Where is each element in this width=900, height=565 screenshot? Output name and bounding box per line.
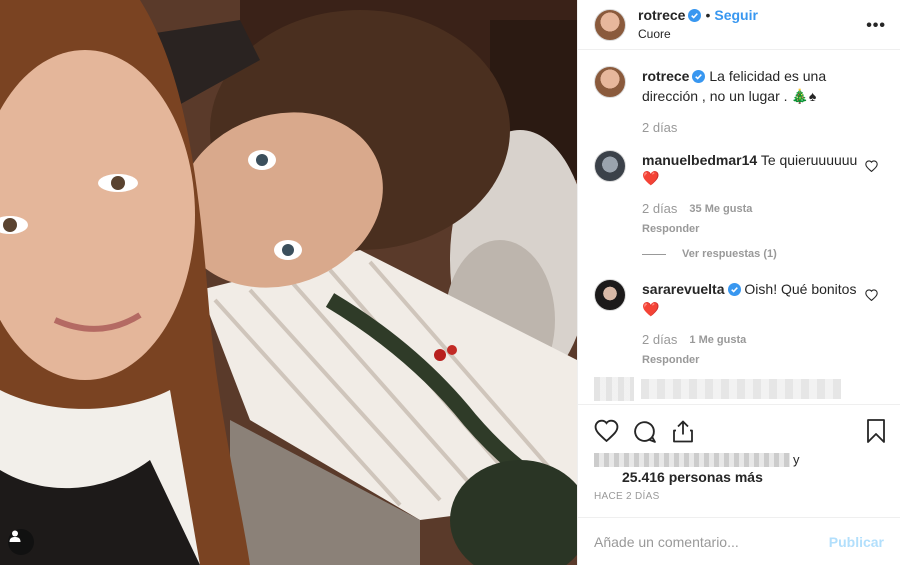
blurred-comment-row bbox=[586, 377, 900, 401]
photo-illustration bbox=[0, 0, 577, 565]
comment-age[interactable]: 2 días bbox=[642, 200, 677, 218]
verified-badge-icon bbox=[688, 9, 702, 26]
post-photo[interactable] bbox=[0, 0, 577, 565]
likes-suffix: y bbox=[793, 452, 800, 468]
post-side-panel: rotrece • Seguir Cuore ••• rotrece La feli… bbox=[577, 0, 900, 565]
caption-age[interactable]: 2 días bbox=[642, 119, 677, 137]
verified-badge-icon bbox=[692, 69, 706, 87]
follow-button[interactable]: Seguir bbox=[714, 7, 758, 23]
person-icon bbox=[9, 530, 21, 542]
share-icon[interactable] bbox=[671, 419, 695, 449]
comment-username[interactable]: manuelbedmar14 bbox=[642, 152, 757, 168]
post-location[interactable]: Cuore bbox=[638, 26, 758, 42]
user-tag-button[interactable] bbox=[8, 529, 34, 555]
verified-badge-icon bbox=[727, 282, 741, 300]
separator-dot: • bbox=[705, 7, 711, 23]
caption-item: rotrece La felicidad es una dirección , … bbox=[594, 66, 884, 137]
comment-age[interactable]: 2 días bbox=[642, 331, 677, 349]
comment-bubble-icon[interactable] bbox=[632, 419, 657, 449]
save-bookmark-icon[interactable] bbox=[866, 419, 886, 448]
post-actions-bar bbox=[578, 404, 900, 456]
blurred-likers bbox=[594, 452, 790, 467]
comment-avatar[interactable] bbox=[594, 279, 626, 311]
comment-item: manuelbedmar14 Te quieruuuuuu❤️ 2 días 3… bbox=[594, 137, 884, 238]
comment-avatar[interactable] bbox=[594, 150, 626, 182]
blurred-avatar bbox=[594, 377, 634, 401]
comment-username[interactable]: sararevuelta bbox=[642, 281, 725, 297]
reply-button[interactable]: Responder bbox=[642, 351, 872, 369]
like-comment-heart-icon[interactable] bbox=[865, 159, 878, 177]
reply-button[interactable]: Responder bbox=[642, 220, 872, 238]
author-username[interactable]: rotrece bbox=[638, 7, 685, 23]
view-replies-button[interactable]: Ver respuestas (1) bbox=[642, 248, 884, 260]
blurred-comment-text bbox=[641, 379, 841, 399]
comment-item: sararevuelta Oish! Qué bonitos ❤️ 2 días… bbox=[594, 266, 884, 369]
caption-username[interactable]: rotrece bbox=[642, 68, 689, 84]
post-header: rotrece • Seguir Cuore ••• bbox=[578, 0, 900, 50]
comment-likes[interactable]: 1 Me gusta bbox=[689, 331, 746, 349]
add-comment-input[interactable] bbox=[594, 533, 829, 550]
likes-count[interactable]: 25.416 personas más bbox=[594, 469, 884, 485]
view-replies-line bbox=[642, 253, 666, 255]
view-replies-label: Ver respuestas (1) bbox=[682, 248, 777, 260]
publish-button[interactable]: Publicar bbox=[829, 534, 884, 550]
add-comment-bar: Publicar bbox=[578, 517, 900, 565]
like-comment-heart-icon[interactable] bbox=[865, 288, 878, 306]
comments-list: rotrece La felicidad es una dirección , … bbox=[594, 66, 884, 369]
like-heart-icon[interactable] bbox=[594, 419, 619, 447]
likes-summary: y 25.416 personas más bbox=[594, 451, 884, 485]
caption-avatar[interactable] bbox=[594, 66, 626, 98]
comment-likes[interactable]: 35 Me gusta bbox=[689, 200, 752, 218]
post-time[interactable]: HACE 2 DÍAS bbox=[594, 491, 660, 502]
more-horizontal-icon[interactable]: ••• bbox=[866, 17, 886, 35]
author-avatar[interactable] bbox=[594, 8, 626, 41]
